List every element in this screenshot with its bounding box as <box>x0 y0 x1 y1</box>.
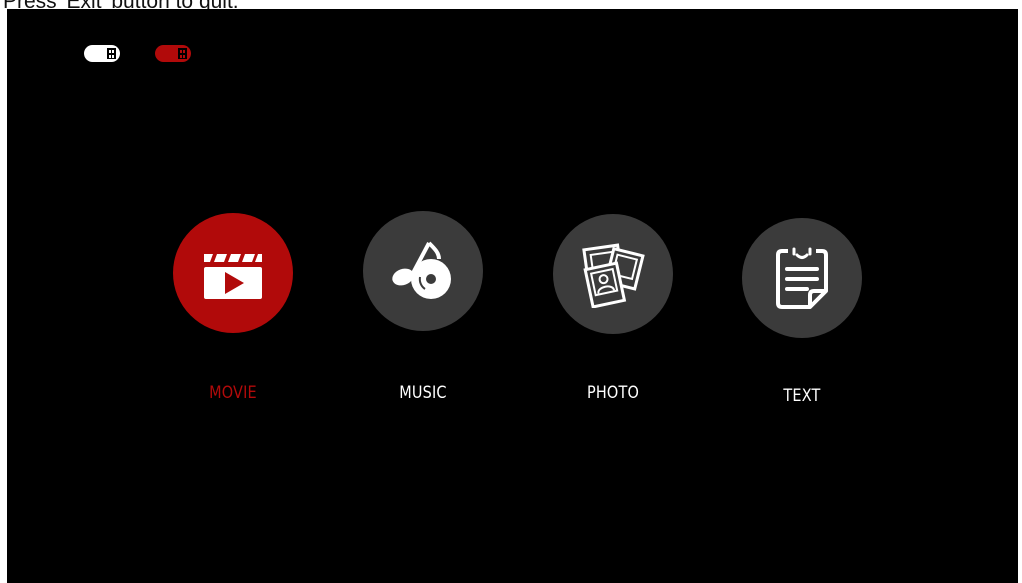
menu-item-text-label: TEXT <box>783 386 821 406</box>
menu-item-music[interactable]: MUSIC <box>363 211 485 403</box>
usb-drive-icon <box>84 45 120 62</box>
movie-tile <box>173 213 293 333</box>
menu-item-movie[interactable]: MOVIE <box>173 213 295 403</box>
photos-icon <box>582 243 645 308</box>
media-player-screen: MOVIE MUSIC PHOTO TEXT <box>7 9 1018 583</box>
usb-drive-1[interactable] <box>84 45 120 62</box>
music-note-disc-icon <box>392 241 451 299</box>
usb-drive-icon <box>155 45 191 62</box>
photo-tile <box>553 214 673 334</box>
text-tile <box>742 218 862 338</box>
usb-drive-2[interactable] <box>155 45 191 62</box>
menu-item-photo[interactable]: PHOTO <box>553 214 675 403</box>
menu-item-photo-label: PHOTO <box>586 383 640 403</box>
menu-item-movie-label: MOVIE <box>209 383 257 403</box>
menu-item-music-label: MUSIC <box>399 383 447 403</box>
clapperboard-play-icon <box>204 254 262 299</box>
document-icon <box>776 247 828 309</box>
menu-item-text[interactable]: TEXT <box>742 218 864 406</box>
music-tile <box>363 211 483 331</box>
